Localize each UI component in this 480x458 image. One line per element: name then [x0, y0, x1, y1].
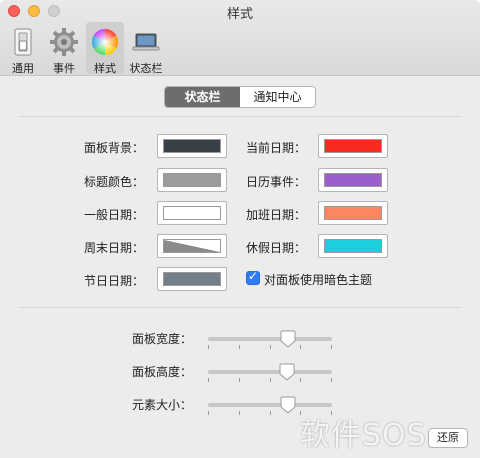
panel-width-label: 面板宽度：: [132, 332, 193, 346]
overtime-color-well[interactable]: [318, 201, 388, 225]
panel-height-label: 面板高度：: [132, 365, 193, 379]
slider-track[interactable]: [208, 403, 332, 407]
divider: [20, 307, 460, 308]
panel-background-label: 面板背景：: [84, 141, 145, 155]
title-color-well[interactable]: [157, 168, 227, 192]
window-title: 样式: [226, 7, 253, 22]
normal-day-color-well[interactable]: [157, 201, 227, 225]
today-label: 当前日期：: [246, 141, 307, 155]
calendar-event-label: 日历事件：: [246, 175, 307, 189]
slider-tick: [239, 411, 240, 415]
gear-icon: [50, 28, 78, 56]
toolbar-tab-label: 状态栏: [129, 62, 163, 75]
segment-statusbar[interactable]: 状态栏: [165, 87, 240, 107]
today-color-well[interactable]: [318, 134, 388, 158]
slider-tick: [208, 345, 209, 349]
slider-tick: [331, 345, 332, 349]
slider-tick: [208, 411, 209, 415]
toolbar-tab-style[interactable]: 样式: [86, 22, 124, 75]
watermark: 软件SOS: [300, 418, 427, 453]
color-fill-partial: [163, 239, 221, 253]
toolbar-tab-label: 样式: [94, 62, 116, 75]
calendar-event-color-well[interactable]: [318, 168, 388, 192]
slider-tick: [270, 378, 271, 382]
restore-button[interactable]: 还原: [428, 428, 468, 448]
segmented-control: 状态栏 通知中心: [164, 86, 316, 108]
panel-width-slider[interactable]: [208, 329, 332, 349]
slider-track[interactable]: [208, 337, 332, 341]
divider: [20, 116, 460, 117]
slider-tick: [239, 378, 240, 382]
toolbar-tab-statusbar[interactable]: 状态栏: [126, 22, 166, 75]
color-fill: [163, 206, 221, 220]
slider-knob[interactable]: [280, 330, 296, 348]
slider-knob[interactable]: [280, 396, 296, 414]
toolbar-tab-label: 事件: [53, 62, 75, 75]
vacation-label: 休假日期：: [246, 241, 307, 255]
style-settings-pane: 状态栏 通知中心 面板背景： 标题颜色： 一般日期： 周末日期： 节日日期： 当…: [0, 77, 480, 458]
laptop-icon: [132, 33, 160, 51]
normal-day-label: 一般日期：: [84, 208, 145, 222]
holiday-label: 节日日期：: [84, 274, 145, 288]
dark-theme-label: 对面板使用暗色主题: [264, 273, 373, 287]
holiday-color-well[interactable]: [157, 267, 227, 291]
slider-track[interactable]: [208, 370, 332, 374]
element-size-label: 元素大小：: [132, 398, 193, 412]
preferences-window: 样式 通用 事件 样式 状态栏 状态栏 通知中心 面板背景： 标题颜色： 一般日…: [0, 0, 480, 458]
title-color-label: 标题颜色：: [84, 175, 145, 189]
toolbar-tab-events[interactable]: 事件: [44, 22, 84, 75]
title-bar: 样式 通用 事件 样式 状态栏: [0, 0, 480, 76]
slider-tick: [239, 345, 240, 349]
toolbar-tab-general[interactable]: 通用: [4, 22, 42, 75]
switch-icon: [14, 28, 32, 56]
slider-tick: [270, 345, 271, 349]
color-fill: [324, 206, 382, 220]
panel-background-color-well[interactable]: [157, 134, 227, 158]
slider-tick: [270, 411, 271, 415]
dark-theme-checkbox[interactable]: [246, 269, 260, 285]
segment-notification-center[interactable]: 通知中心: [240, 87, 315, 107]
slider-knob[interactable]: [279, 363, 295, 381]
weekend-color-well[interactable]: [157, 234, 227, 258]
slider-tick: [300, 345, 301, 349]
slider-tick: [208, 378, 209, 382]
weekend-label: 周末日期：: [84, 241, 145, 255]
color-fill: [163, 139, 221, 153]
slider-tick: [331, 378, 332, 382]
color-fill: [163, 272, 221, 286]
color-fill: [324, 139, 382, 153]
slider-tick: [300, 378, 301, 382]
color-fill: [163, 173, 221, 187]
panel-height-slider[interactable]: [208, 362, 332, 382]
color-fill: [324, 239, 382, 253]
color-wheel-icon: [91, 28, 119, 56]
toolbar-tab-label: 通用: [12, 62, 34, 75]
color-fill: [324, 173, 382, 187]
vacation-color-well[interactable]: [318, 234, 388, 258]
overtime-label: 加班日期：: [246, 208, 307, 222]
